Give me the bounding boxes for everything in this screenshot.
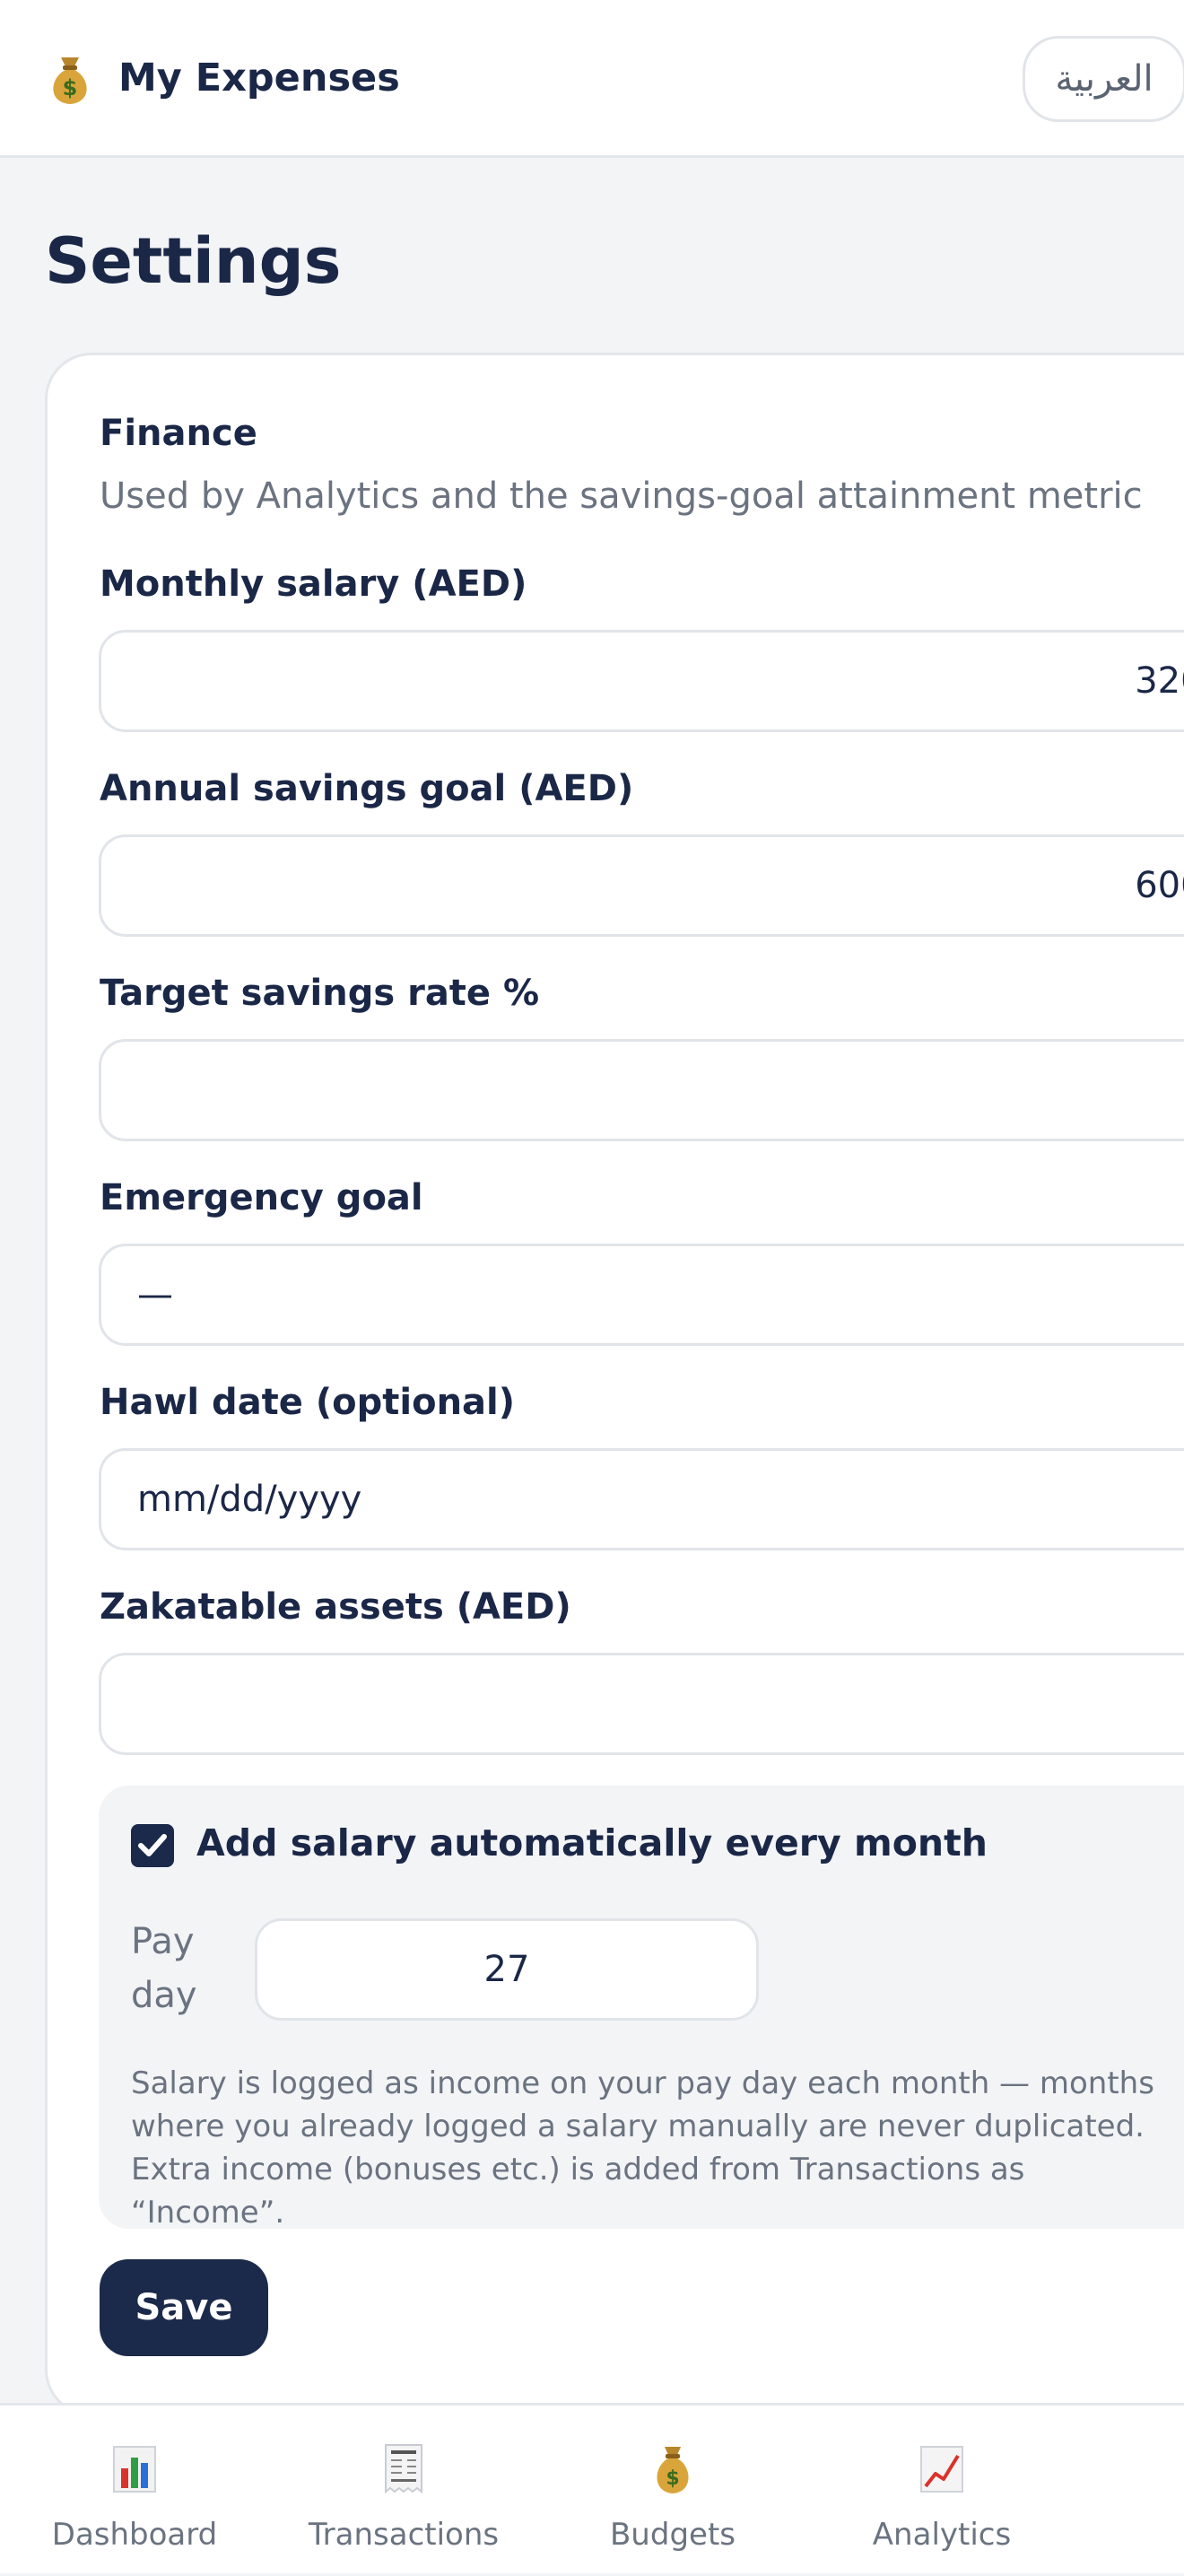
monthly-salary-value: 3200 bbox=[1135, 660, 1184, 702]
bottom-tab-bar: Dashboard Transactions $ Budgets Analyti… bbox=[0, 2403, 1184, 2573]
app-title: My Expenses bbox=[118, 56, 400, 100]
money-bag-icon: $ bbox=[53, 57, 87, 104]
pay-day-value: 27 bbox=[483, 1949, 530, 1990]
auto-salary-label[interactable]: Add salary automatically every month bbox=[196, 1821, 988, 1864]
pay-day-input[interactable]: 27 bbox=[255, 1918, 759, 2021]
hawl-date-input[interactable]: mm/dd/yyyy bbox=[99, 1448, 1184, 1550]
target-savings-rate-input[interactable]: 2 bbox=[99, 1039, 1184, 1141]
svg-text:$: $ bbox=[666, 2467, 679, 2490]
tab-transactions[interactable]: Transactions bbox=[269, 2406, 538, 2576]
tab-analytics[interactable]: Analytics bbox=[807, 2406, 1076, 2576]
app-header: $ My Expenses العربية bbox=[0, 0, 1184, 158]
emergency-goal-value: — bbox=[137, 1274, 173, 1315]
section-subtitle: Used by Analytics and the savings-goal a… bbox=[100, 476, 1143, 517]
emergency-goal-label: Emergency goal bbox=[100, 1177, 423, 1218]
annual-savings-goal-value: 6000 bbox=[1135, 865, 1184, 906]
zakatable-assets-label: Zakatable assets (AED) bbox=[100, 1586, 571, 1628]
language-toggle-button[interactable]: العربية bbox=[1023, 36, 1184, 122]
tab-budgets[interactable]: $ Budgets bbox=[538, 2406, 807, 2576]
page-title: Settings bbox=[45, 224, 342, 298]
checkmark-icon bbox=[138, 1834, 167, 1856]
receipt-icon bbox=[385, 2444, 422, 2494]
zakatable-assets-input[interactable] bbox=[99, 1653, 1184, 1755]
tab-label: Budgets bbox=[609, 2517, 736, 2553]
target-savings-rate-label: Target savings rate % bbox=[100, 973, 540, 1014]
tab-more[interactable]: C bbox=[1076, 2406, 1184, 2576]
monthly-salary-input[interactable]: 3200 bbox=[99, 630, 1184, 732]
annual-savings-goal-input[interactable]: 6000 bbox=[99, 834, 1184, 937]
tab-label: C bbox=[1076, 2517, 1184, 2553]
section-title: Finance bbox=[100, 413, 257, 454]
svg-text:$: $ bbox=[63, 75, 78, 100]
tab-label: Dashboard bbox=[51, 2517, 218, 2553]
hawl-date-label: Hawl date (optional) bbox=[100, 1382, 516, 1423]
emergency-goal-select[interactable]: — bbox=[99, 1244, 1184, 1346]
hawl-date-placeholder: mm/dd/yyyy bbox=[137, 1479, 362, 1520]
save-button[interactable]: Save bbox=[100, 2259, 268, 2356]
auto-salary-checkbox[interactable] bbox=[131, 1824, 174, 1867]
salary-note: Salary is logged as income on your pay d… bbox=[131, 2065, 1154, 2231]
bar-chart-icon bbox=[113, 2446, 156, 2493]
brand: $ My Expenses bbox=[45, 47, 400, 109]
tab-label: Transactions bbox=[308, 2517, 500, 2553]
money-bag-icon: $ bbox=[657, 2447, 689, 2493]
monthly-salary-label: Monthly salary (AED) bbox=[100, 563, 527, 605]
pay-day-label: Pay day bbox=[131, 1921, 197, 2016]
annual-savings-goal-label: Annual savings goal (AED) bbox=[100, 768, 634, 809]
tab-label: Analytics bbox=[872, 2517, 1012, 2553]
tab-dashboard[interactable]: Dashboard bbox=[0, 2406, 269, 2576]
trend-chart-icon bbox=[920, 2446, 963, 2493]
